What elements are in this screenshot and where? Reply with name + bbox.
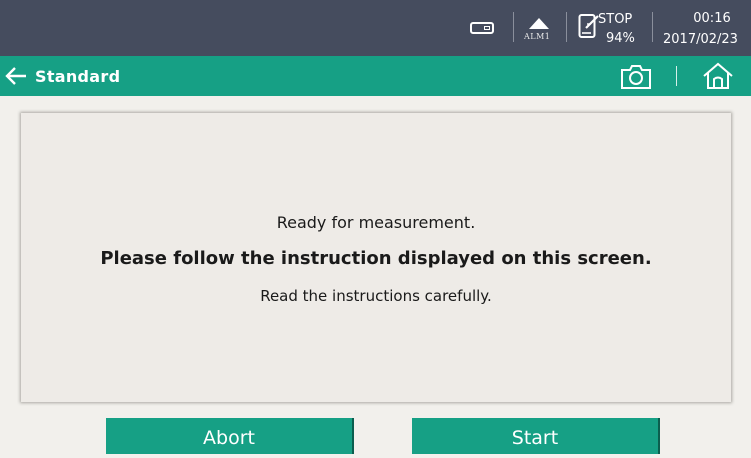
back-button[interactable]: Standard xyxy=(5,64,120,88)
edit-note-icon xyxy=(578,12,600,46)
header-divider xyxy=(676,66,677,86)
ready-message: Ready for measurement. xyxy=(276,213,476,232)
clock-date: 2017/02/23 xyxy=(663,32,738,47)
status-divider xyxy=(652,12,653,42)
arrow-left-icon xyxy=(5,66,27,86)
status-divider xyxy=(513,12,514,42)
home-icon xyxy=(701,62,735,94)
usb-drive-icon xyxy=(470,22,494,34)
status-divider xyxy=(566,12,567,42)
battery-level: 94% xyxy=(606,31,635,46)
header-bar: Standard xyxy=(0,56,751,96)
abort-button[interactable]: Abort xyxy=(106,418,352,454)
run-state-label: STOP xyxy=(598,12,633,27)
instruction-message: Please follow the instruction displayed … xyxy=(100,248,652,269)
message-panel: Ready for measurement. Please follow the… xyxy=(21,113,731,402)
alarm-label: ALM1 xyxy=(524,32,551,41)
status-bar: ALM1 STOP 94% 00:16 2017/02/23 xyxy=(0,0,751,56)
start-button[interactable]: Start xyxy=(412,418,658,454)
camera-icon xyxy=(619,65,653,94)
home-button[interactable] xyxy=(701,62,735,94)
alarm-triangle-icon xyxy=(529,18,549,29)
clock-time: 00:16 xyxy=(693,11,731,26)
page-title: Standard xyxy=(35,66,121,86)
caution-message: Read the instructions carefully. xyxy=(260,287,492,305)
camera-button[interactable] xyxy=(619,62,653,94)
